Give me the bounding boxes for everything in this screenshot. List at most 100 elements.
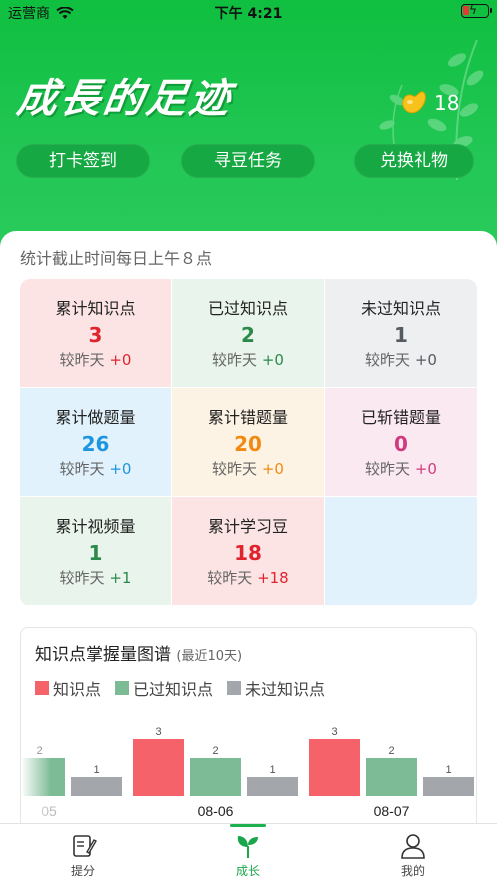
stat-delta: 较昨天 +0: [325, 458, 477, 479]
chart-title: 知识点掌握量图谱 (最近10天): [35, 640, 242, 665]
bar-value-label: 2: [212, 745, 218, 757]
chart-title-text: 知识点掌握量图谱: [35, 645, 171, 665]
bar-08-06-0[interactable]: [133, 739, 184, 796]
delta-value: +0: [109, 460, 132, 478]
bean-icon: [402, 91, 426, 114]
bar-08-07-2[interactable]: [423, 777, 474, 796]
stats-grid: 累计知识点 3 较昨天 +0 已过知识点 2 较昨天 +0 未过知识点 1 较昨天 +0 累计做题…: [20, 279, 477, 606]
bar-value-label: 1: [269, 764, 275, 776]
stat-note: 统计截止时间每日上午８点: [20, 249, 213, 268]
stat-cell[interactable]: 累计做题量 26 较昨天 +0: [20, 388, 172, 497]
stat-value: 2: [241, 323, 255, 347]
stat-label: 累计做题量: [55, 408, 136, 427]
delta-prefix: 较昨天: [59, 351, 105, 369]
legend-swatch: [227, 681, 242, 695]
stat-cell[interactable]: 累计视频量 1 较昨天 +1: [20, 497, 172, 606]
stat-label: 累计错题量: [207, 408, 288, 427]
tab-bar: 提分 成长 我的: [0, 823, 497, 883]
legend-label: 知识点: [53, 680, 102, 699]
x-tick-label: 08-06: [198, 803, 234, 819]
stat-value: 1: [394, 323, 408, 347]
bar-08-07-1[interactable]: [366, 758, 417, 796]
bar-value-label: 1: [445, 764, 451, 776]
stat-label: 累计知识点: [55, 299, 136, 318]
legend-swatch: [115, 681, 130, 695]
chart-legend: 知识点 已过知识点 未过知识点: [35, 676, 325, 700]
delta-prefix: 较昨天: [59, 569, 105, 587]
delta-value: +0: [414, 351, 437, 369]
check-in-button[interactable]: 打卡签到: [16, 144, 150, 178]
stat-value: 18: [234, 541, 262, 565]
delta-prefix: 较昨天: [207, 569, 253, 587]
stat-delta: 较昨天 +0: [172, 458, 324, 479]
bar-08-06-1[interactable]: [190, 758, 241, 796]
stat-cell[interactable]: 累计学习豆 18 较昨天 +18: [172, 497, 325, 606]
stat-cell[interactable]: 累计错题量 20 较昨天 +0: [172, 388, 325, 497]
stat-cell[interactable]: 已斩错题量 0 较昨天 +0: [325, 388, 477, 497]
bar-08-05-2[interactable]: [71, 777, 122, 796]
stat-value: 0: [394, 432, 408, 456]
stat-label: 未过知识点: [360, 299, 441, 318]
stat-cell[interactable]: [325, 497, 477, 606]
user-icon: [401, 834, 425, 859]
stat-cell[interactable]: 未过知识点 1 较昨天 +0: [325, 279, 477, 388]
legend-item-failed[interactable]: 未过知识点: [227, 676, 325, 700]
tab-improve[interactable]: 提分: [23, 824, 143, 879]
stat-value: 1: [88, 541, 103, 565]
notebook-pen-icon: [73, 835, 97, 857]
stat-delta: 较昨天 +1: [20, 567, 171, 588]
tab-label: 我的: [400, 864, 425, 878]
stat-delta: 较昨天 +0: [325, 349, 477, 370]
stat-delta: 较昨天 +18: [172, 567, 324, 588]
stat-cell[interactable]: 累计知识点 3 较昨天 +0: [20, 279, 172, 388]
stat-value: 20: [234, 432, 262, 456]
legend-item-passed[interactable]: 已过知识点: [115, 676, 213, 700]
bar-08-06-2[interactable]: [247, 777, 298, 796]
bar-value-label: 3: [155, 726, 161, 738]
main-card: 统计截止时间每日上午８点 累计知识点 3 较昨天 +0 已过知识点 2 较昨天 +0 未过知…: [0, 231, 497, 837]
bean-count: 18: [434, 91, 460, 115]
delta-prefix: 较昨天: [212, 460, 258, 478]
stat-label: 累计视频量: [55, 517, 136, 536]
delta-prefix: 较昨天: [212, 351, 258, 369]
tab-profile[interactable]: 我的: [353, 824, 473, 879]
bar-value-label: 2: [388, 745, 394, 757]
sprout-icon: [237, 836, 258, 858]
stat-label: 已过知识点: [207, 299, 288, 318]
bar-08-07-0[interactable]: [309, 739, 360, 796]
tab-label: 成长: [235, 864, 260, 878]
battery-icon: ϟ: [461, 3, 492, 18]
tab-growth[interactable]: 成长: [188, 824, 308, 879]
header: 运营商 下午 4:21 ϟ 成長的足迹 18 打卡签到 寻豆任务 兑换礼物: [0, 0, 497, 260]
legend-item-knowledge[interactable]: 知识点: [35, 676, 101, 700]
delta-value: +0: [261, 460, 284, 478]
stat-delta: 较昨天 +0: [20, 349, 171, 370]
stat-label: 已斩错题量: [360, 408, 441, 427]
delta-prefix: 较昨天: [365, 460, 411, 478]
status-bar: 运营商 下午 4:21 ϟ: [0, 0, 497, 24]
legend-label: 未过知识点: [245, 680, 326, 699]
delta-prefix: 较昨天: [365, 351, 411, 369]
delta-value: +1: [109, 569, 132, 587]
chart-subtitle: (最近10天): [176, 649, 243, 664]
stat-delta: 较昨天 +0: [172, 349, 324, 370]
redeem-gift-button[interactable]: 兑换礼物: [354, 144, 474, 178]
delta-value: +0: [109, 351, 132, 369]
tab-label: 提分: [70, 864, 95, 878]
stat-delta: 较昨天 +0: [20, 458, 171, 479]
x-tick-label: 08-07: [374, 803, 410, 819]
bean-task-button[interactable]: 寻豆任务: [181, 144, 315, 178]
delta-value: +0: [261, 351, 284, 369]
delta-value: +18: [257, 569, 289, 587]
stat-value: 3: [88, 323, 103, 347]
delta-prefix: 较昨天: [59, 460, 105, 478]
scroll-fade: [21, 708, 51, 836]
stat-cell[interactable]: 已过知识点 2 较昨天 +0: [172, 279, 325, 388]
legend-label: 已过知识点: [133, 680, 214, 699]
page-title: 成長的足迹: [14, 75, 236, 122]
bar-chart[interactable]: 3210532108-0632108-07: [21, 708, 477, 837]
bar-value-label: 1: [93, 764, 99, 776]
delta-value: +0: [414, 460, 437, 478]
bar-value-label: 3: [331, 726, 337, 738]
legend-swatch: [35, 681, 49, 695]
